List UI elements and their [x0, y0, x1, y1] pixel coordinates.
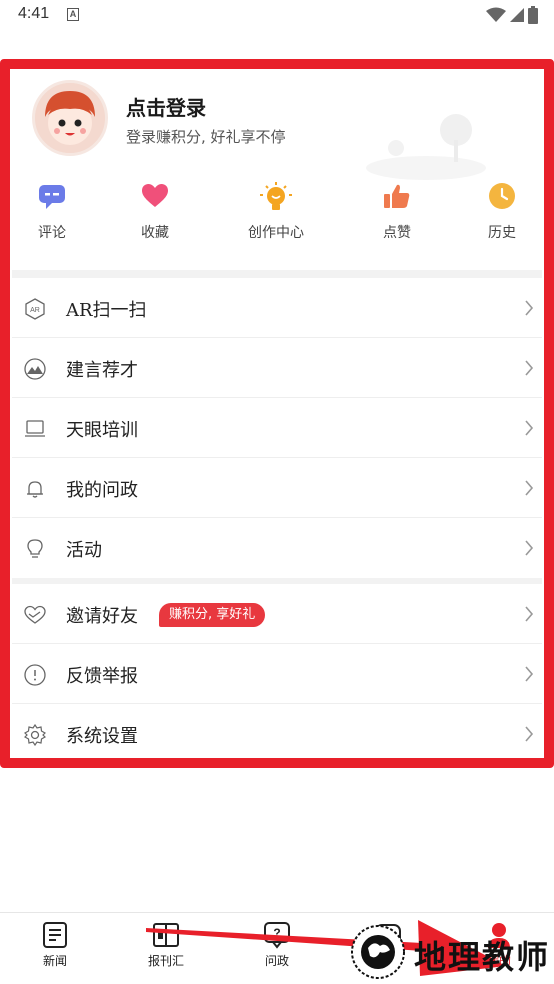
tab-label: 报刊汇: [147, 954, 184, 968]
svg-text:?: ?: [273, 926, 280, 940]
tab-newspapers[interactable]: 报刊汇: [131, 921, 201, 969]
watermark-seal-icon: [351, 925, 405, 979]
status-icons: [486, 6, 538, 24]
status-time: 4:41: [18, 5, 50, 22]
battery-icon: [528, 6, 538, 24]
wifi-icon: [486, 7, 506, 22]
status-bar: 4:41 A: [0, 0, 554, 32]
signal-icon: [510, 8, 524, 22]
tab-inquiry[interactable]: ? 问政: [242, 921, 312, 969]
highlight-frame: [0, 59, 554, 768]
question-chat-icon: ?: [264, 922, 290, 949]
tab-news[interactable]: 新闻: [20, 921, 90, 969]
watermark: 地理教师: [350, 920, 550, 982]
book-icon: [153, 923, 179, 947]
notification-a-icon: A: [67, 8, 79, 21]
tab-label: 新闻: [42, 954, 67, 968]
watermark-text: 地理教师: [414, 938, 551, 976]
news-icon: [43, 922, 67, 948]
tab-label: 问政: [264, 954, 289, 968]
